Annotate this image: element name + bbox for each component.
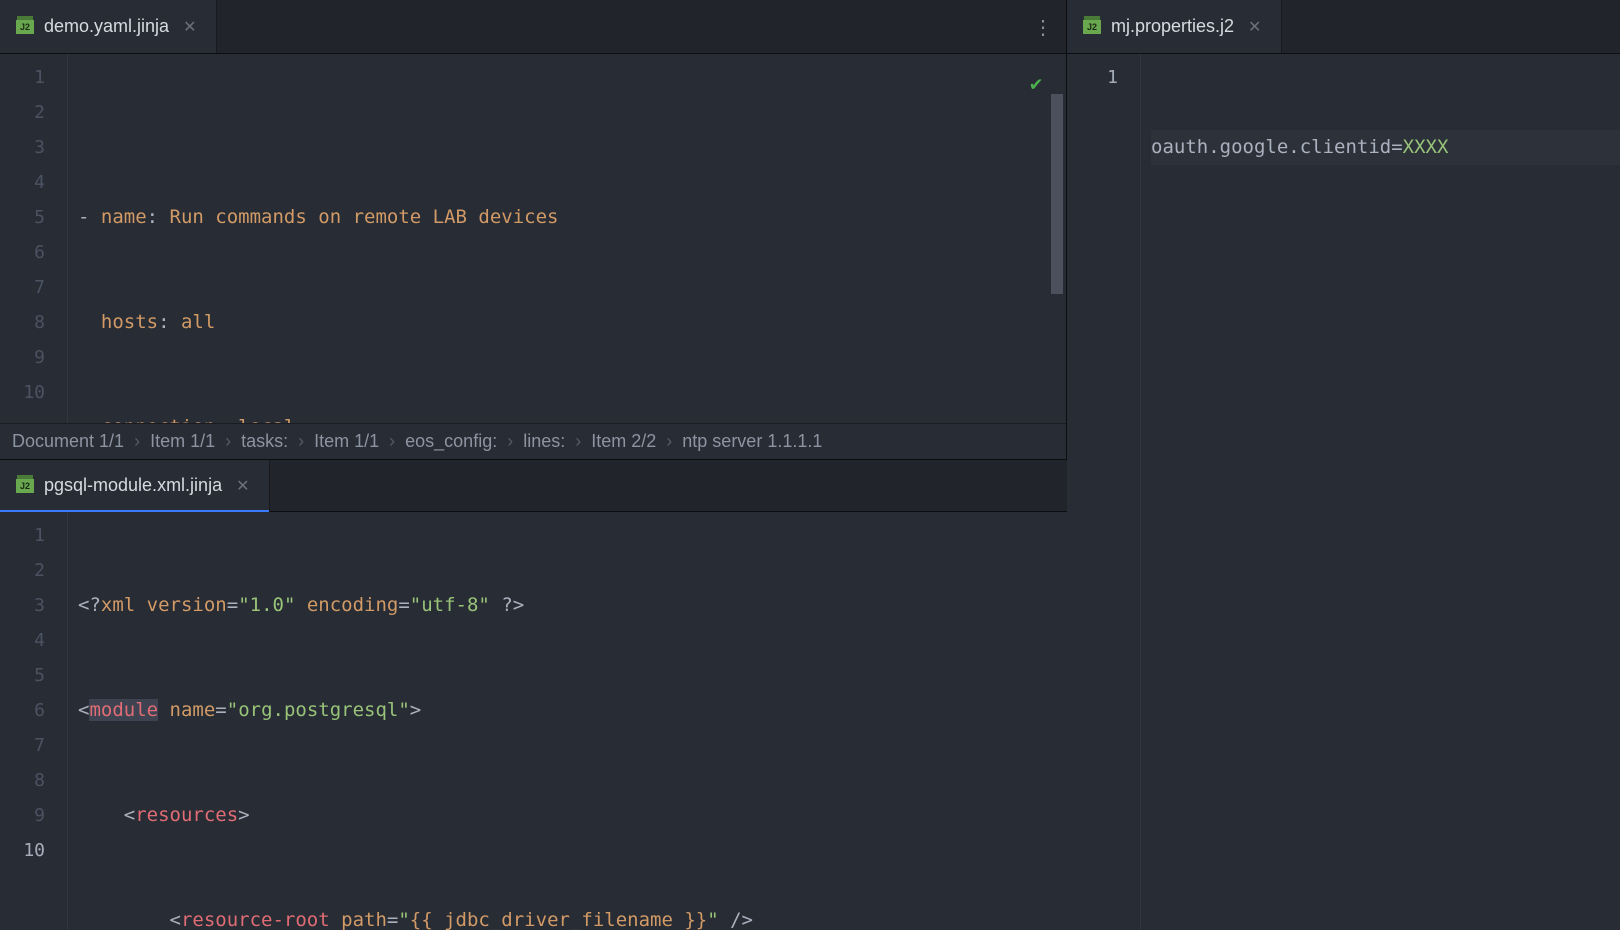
tab-title: pgsql-module.xml.jinja: [44, 475, 222, 496]
code-editor[interactable]: 1 oauth.google.clientid=XXXX: [1067, 54, 1620, 930]
line-gutter: 1: [1067, 54, 1141, 930]
line-gutter: 1 2 3 4 5 6 7 8 9 10: [0, 512, 68, 930]
tab-demo-yaml[interactable]: J2 demo.yaml.jinja ✕: [0, 0, 217, 53]
editor-pane-bottom: J2 pgsql-module.xml.jinja ✕ 1 2 3 4 5 6 …: [0, 459, 1067, 930]
breadcrumb-item[interactable]: eos_config:: [405, 431, 497, 452]
breadcrumb-item[interactable]: Item 1/1: [314, 431, 379, 452]
breadcrumb-item[interactable]: tasks:: [241, 431, 288, 452]
jinja-file-icon: J2: [1083, 20, 1101, 34]
code-editor[interactable]: 1 2 3 4 5 6 7 8 9 10 <?xml version="1.0"…: [0, 512, 1067, 930]
chevron-right-icon: ›: [298, 431, 304, 452]
chevron-right-icon: ›: [666, 431, 672, 452]
check-icon[interactable]: ✔: [1030, 66, 1042, 101]
code-editor[interactable]: 1 2 3 4 5 6 7 8 9 10 ✔ - name: Run comma…: [0, 54, 1066, 423]
chevron-right-icon: ›: [575, 431, 581, 452]
close-icon[interactable]: ✕: [1244, 15, 1265, 39]
line-gutter: 1 2 3 4 5 6 7 8 9 10: [0, 54, 68, 423]
chevron-right-icon: ›: [225, 431, 231, 452]
breadcrumb-item[interactable]: Item 1/1: [150, 431, 215, 452]
breadcrumb-item[interactable]: Document 1/1: [12, 431, 124, 452]
close-icon[interactable]: ✕: [179, 15, 200, 39]
breadcrumb[interactable]: Document 1/1 › Item 1/1 › tasks: › Item 1/1…: [0, 423, 1066, 459]
tab-pgsql-module[interactable]: J2 pgsql-module.xml.jinja ✕: [0, 460, 270, 511]
code-area[interactable]: oauth.google.clientid=XXXX: [1141, 54, 1620, 930]
scrollbar[interactable]: [1051, 94, 1063, 294]
close-icon[interactable]: ✕: [232, 474, 253, 498]
jinja-file-icon: J2: [16, 20, 34, 34]
breadcrumb-item[interactable]: Item 2/2: [591, 431, 656, 452]
code-area[interactable]: ✔ - name: Run commands on remote LAB dev…: [68, 54, 1066, 423]
code-area[interactable]: <?xml version="1.0" encoding="utf-8" ?> …: [68, 512, 1067, 930]
tab-title: mj.properties.j2: [1111, 16, 1234, 37]
jinja-file-icon: J2: [16, 479, 34, 493]
editor-pane-topleft: J2 demo.yaml.jinja ✕ ⋮ 1 2 3 4 5 6 7 8 9…: [0, 0, 1067, 459]
tab-bar: J2 demo.yaml.jinja ✕ ⋮: [0, 0, 1066, 54]
chevron-right-icon: ›: [507, 431, 513, 452]
tab-bar: J2 pgsql-module.xml.jinja ✕: [0, 460, 1067, 512]
tab-mj-properties[interactable]: J2 mj.properties.j2 ✕: [1067, 0, 1282, 53]
tab-title: demo.yaml.jinja: [44, 16, 169, 37]
more-icon[interactable]: ⋮: [1020, 0, 1066, 53]
chevron-right-icon: ›: [134, 431, 140, 452]
chevron-right-icon: ›: [389, 431, 395, 452]
breadcrumb-item[interactable]: lines:: [523, 431, 565, 452]
editor-pane-topright: J2 mj.properties.j2 ✕ 1 oauth.google.cli…: [1067, 0, 1620, 930]
tab-bar: J2 mj.properties.j2 ✕: [1067, 0, 1620, 54]
breadcrumb-item[interactable]: ntp server 1.1.1.1: [682, 431, 822, 452]
